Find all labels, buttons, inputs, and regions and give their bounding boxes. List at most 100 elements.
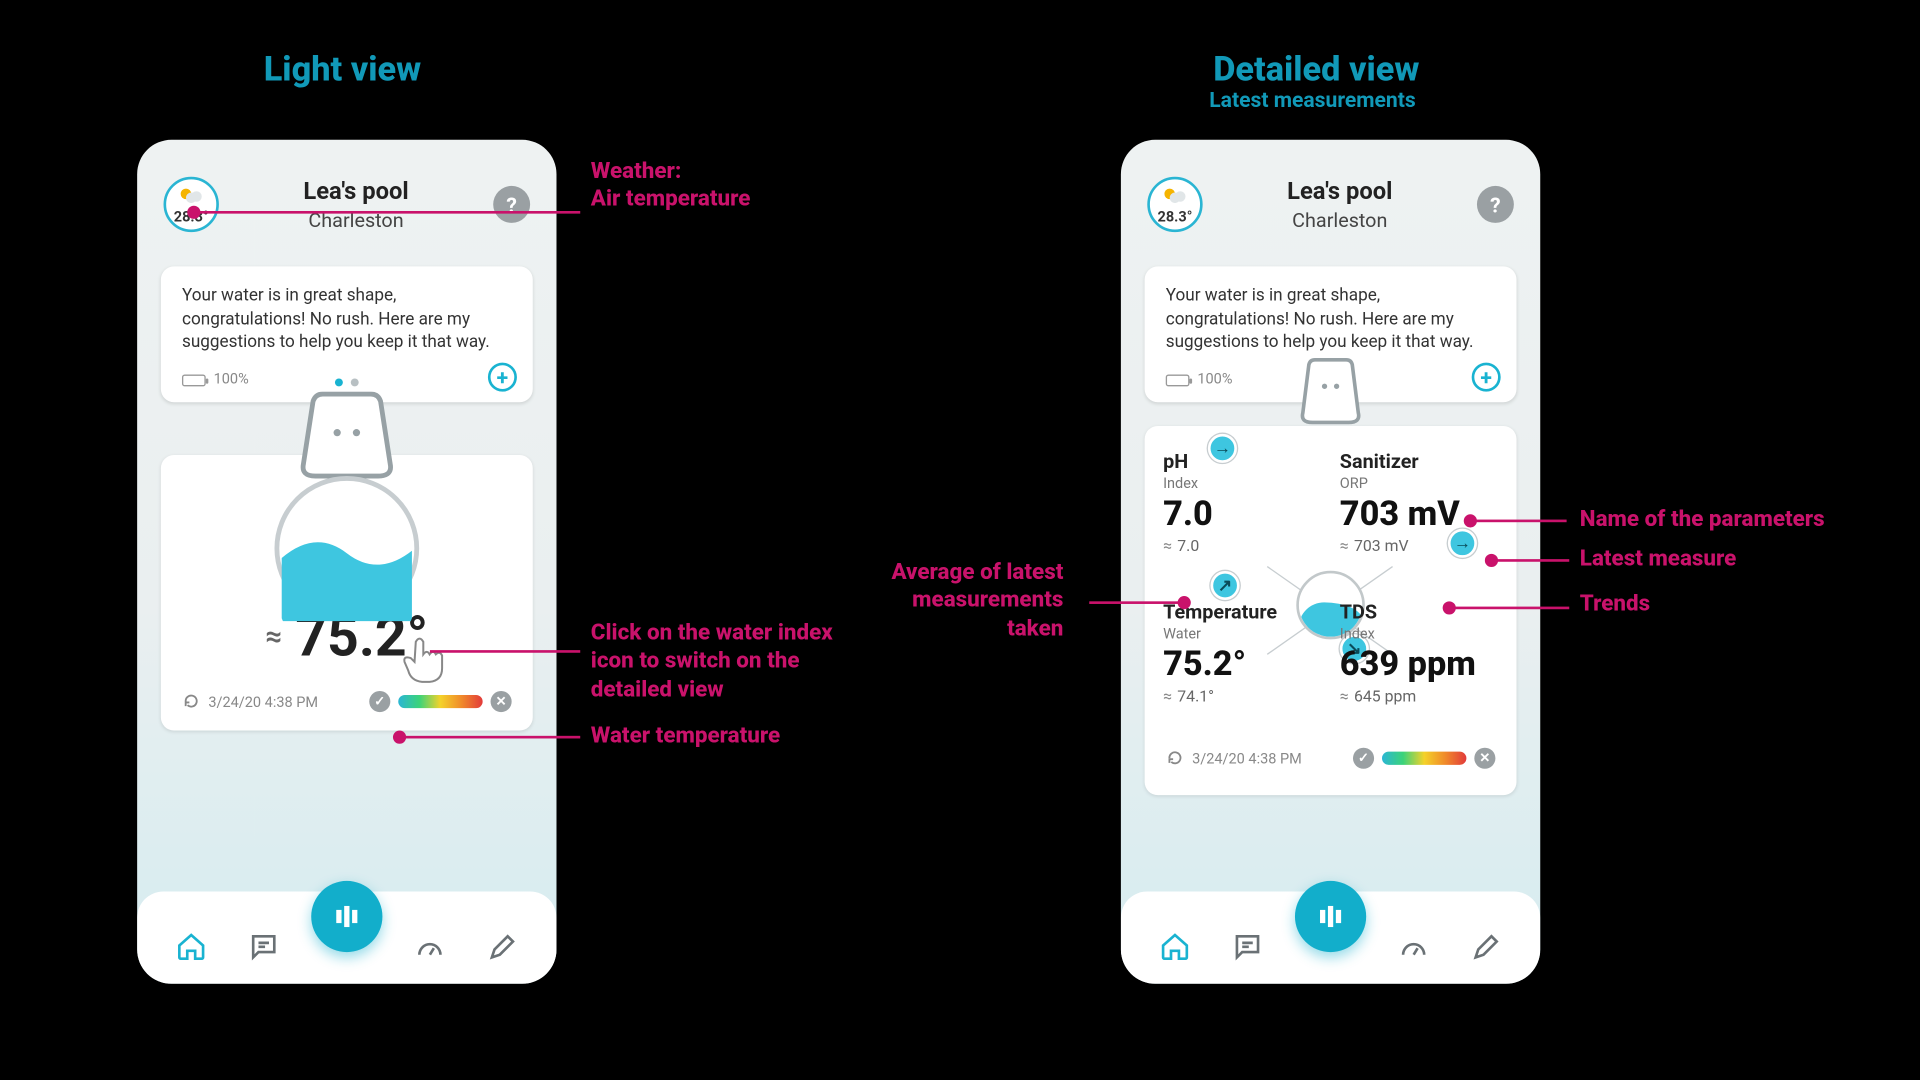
sensor-icon — [262, 392, 431, 621]
callout-line — [1451, 607, 1570, 610]
metric-temp-value: 75.2° — [1163, 645, 1321, 685]
pool-title-block: Lea's pool Charleston — [303, 177, 408, 231]
header: 28.3° Lea's pool Charleston ? — [1121, 140, 1540, 251]
nav-chat[interactable] — [239, 923, 286, 970]
chat-icon — [1231, 931, 1263, 963]
trend-temperature-icon: ↗ — [1211, 572, 1240, 601]
subtitle-latest-measurements: Latest measurements — [1209, 87, 1415, 112]
metric-tds-sub: Index — [1340, 626, 1498, 643]
metric-temp-avg: 74.1° — [1177, 688, 1214, 706]
callout-latest: Latest measure — [1580, 546, 1737, 574]
nav-edit[interactable] — [478, 923, 525, 970]
callout-line — [1089, 601, 1179, 604]
bottom-nav — [1121, 891, 1540, 983]
spectrum-ok-icon: ✓ — [1353, 748, 1374, 769]
add-button[interactable]: + — [488, 363, 517, 392]
nav-home[interactable] — [1151, 923, 1198, 970]
metric-ph[interactable]: pH Index 7.0 ≈7.0 — [1163, 450, 1321, 555]
nav-edit[interactable] — [1462, 923, 1509, 970]
status-message: Your water is in great shape, congratula… — [1166, 285, 1496, 354]
nav-center-fab[interactable] — [311, 881, 382, 952]
phone-detailed: 28.3° Lea's pool Charleston ? Your water… — [1121, 140, 1540, 984]
bottom-nav — [137, 891, 556, 983]
add-button[interactable]: + — [1472, 363, 1501, 392]
battery-percent: 100% — [1197, 370, 1232, 390]
help-button[interactable]: ? — [1477, 186, 1514, 223]
water-index-card[interactable]: ≈ 75.2° 3/24/20 4:38 PM ✓ ✕ — [161, 456, 533, 732]
metric-tds-value: 639 ppm — [1340, 645, 1498, 685]
metric-tds-label: TDS — [1340, 601, 1498, 625]
sensor-icon — [1288, 358, 1372, 454]
spectrum-bad-icon: ✕ — [1474, 748, 1495, 769]
title-detailed-view: Detailed view — [1213, 50, 1419, 90]
home-icon — [1159, 931, 1191, 963]
timestamp: 3/24/20 4:38 PM — [208, 694, 318, 711]
approx-icon: ≈ — [265, 622, 282, 655]
nav-home[interactable] — [168, 923, 215, 970]
callout-weather: Weather: Air temperature — [591, 158, 751, 214]
callout-avg: Average of latest measurements taken — [891, 559, 1063, 643]
title-light-view: Light view — [264, 50, 421, 90]
metric-ph-avg: 7.0 — [1177, 537, 1199, 555]
nav-gauge[interactable] — [407, 923, 454, 970]
bars-icon — [330, 899, 364, 933]
help-button[interactable]: ? — [493, 186, 530, 223]
pager-dots[interactable] — [335, 379, 359, 387]
detail-card: → → ↗ ↘ pH Index 7.0 ≈7.0 Sanitizer ORP … — [1145, 427, 1517, 796]
callout-line — [1493, 559, 1569, 562]
refresh-icon[interactable] — [182, 693, 200, 711]
callout-dot — [1178, 596, 1191, 609]
gauge-icon — [415, 931, 447, 963]
pool-location: Charleston — [1287, 208, 1392, 232]
callout-line — [195, 211, 580, 214]
pencil-icon — [1470, 931, 1502, 963]
weather-badge[interactable]: 28.3° — [1147, 177, 1202, 232]
metric-temp-sub: Water — [1163, 626, 1321, 643]
metric-sanitizer[interactable]: Sanitizer ORP 703 mV ≈703 mV — [1340, 450, 1498, 555]
callout-trends: Trends — [1580, 591, 1650, 619]
callout-click-water: Click on the water index icon to switch … — [591, 620, 833, 704]
callout-param-name: Name of the parameters — [1580, 506, 1825, 534]
metric-san-label: Sanitizer — [1340, 450, 1498, 474]
battery-icon — [182, 374, 206, 386]
metric-ph-label: pH — [1163, 450, 1321, 474]
home-icon — [176, 931, 208, 963]
pencil-icon — [486, 931, 518, 963]
spectrum-bar — [1382, 752, 1466, 765]
metric-san-avg: 703 mV — [1354, 537, 1409, 555]
timestamp: 3/24/20 4:38 PM — [1192, 750, 1302, 767]
refresh-icon[interactable] — [1166, 750, 1184, 768]
air-temp-value: 28.3° — [1158, 208, 1193, 225]
chat-icon — [247, 931, 279, 963]
metric-ph-sub: Index — [1163, 475, 1321, 492]
metric-temperature[interactable]: Temperature Water 75.2° ≈74.1° — [1163, 601, 1321, 706]
spectrum-bar — [398, 696, 482, 709]
status-card: Your water is in great shape, congratula… — [161, 266, 533, 402]
gauge-icon — [1398, 931, 1430, 963]
pool-name: Lea's pool — [303, 177, 408, 205]
nav-gauge[interactable] — [1390, 923, 1437, 970]
callout-line — [430, 650, 580, 653]
nav-chat[interactable] — [1223, 923, 1270, 970]
status-message: Your water is in great shape, congratula… — [182, 285, 512, 354]
metric-san-sub: ORP — [1340, 475, 1498, 492]
battery-icon — [1166, 374, 1190, 386]
sun-cloud-icon — [1159, 185, 1191, 203]
weather-badge[interactable]: 28.3° — [164, 177, 219, 232]
card-footer: 3/24/20 4:38 PM ✓ ✕ — [182, 692, 512, 713]
spectrum-ok-icon: ✓ — [369, 692, 390, 713]
card-footer: 3/24/20 4:38 PM ✓ ✕ — [1166, 748, 1496, 769]
pool-title-block: Lea's pool Charleston — [1287, 177, 1392, 231]
bars-icon — [1313, 899, 1347, 933]
callout-line — [1472, 520, 1567, 523]
metric-tds[interactable]: TDS Index 639 ppm ≈645 ppm — [1340, 601, 1498, 706]
hand-cursor-icon — [398, 635, 448, 685]
metric-ph-value: 7.0 — [1163, 495, 1321, 535]
sun-cloud-icon — [175, 185, 207, 203]
header: 28.3° Lea's pool Charleston ? — [137, 140, 556, 251]
phone-light: 28.3° Lea's pool Charleston ? Your water… — [137, 140, 556, 984]
nav-center-fab[interactable] — [1295, 881, 1366, 952]
battery-percent: 100% — [214, 370, 249, 390]
spectrum-bad-icon: ✕ — [491, 692, 512, 713]
pool-name: Lea's pool — [1287, 177, 1392, 205]
